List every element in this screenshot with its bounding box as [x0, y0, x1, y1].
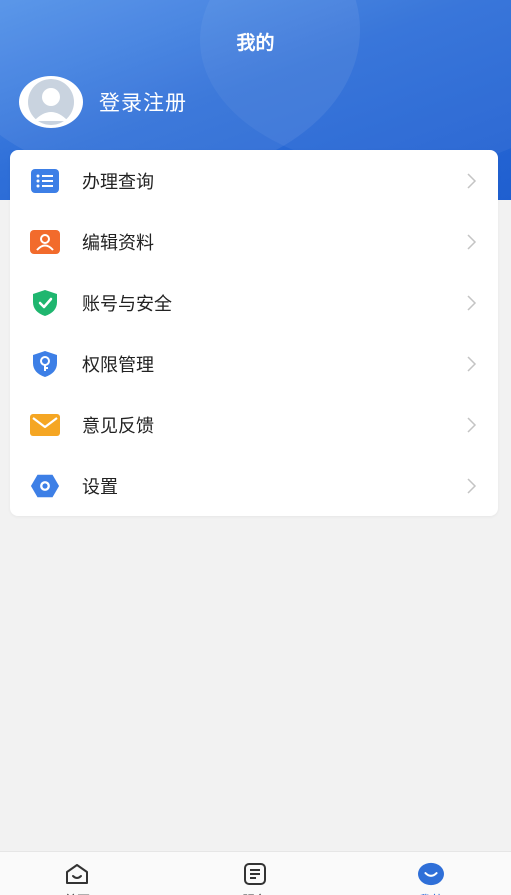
bottom-tab-bar: 首页 服务 我的 — [0, 851, 511, 895]
tab-label: 首页 — [64, 890, 90, 895]
tab-home[interactable]: 首页 — [17, 852, 137, 895]
document-icon — [242, 862, 268, 886]
chevron-right-icon — [467, 416, 477, 433]
login-register-link[interactable]: 登录注册 — [99, 87, 187, 117]
settings-hexagon-icon — [30, 471, 60, 501]
menu-item-edit-profile[interactable]: 编辑资料 — [10, 211, 498, 272]
menu-item-settings[interactable]: 设置 — [10, 455, 498, 516]
smile-icon — [418, 862, 444, 886]
menu-item-label: 账号与安全 — [82, 293, 172, 315]
key-shield-icon — [30, 349, 60, 379]
chevron-right-icon — [467, 172, 477, 189]
chevron-right-icon — [467, 477, 477, 494]
default-avatar-icon — [28, 79, 74, 125]
tab-service[interactable]: 服务 — [195, 852, 315, 895]
chevron-right-icon — [467, 233, 477, 250]
menu-item-label: 意见反馈 — [82, 415, 154, 437]
shield-check-icon — [30, 288, 60, 318]
menu-item-account-security[interactable]: 账号与安全 — [10, 272, 498, 333]
chevron-right-icon — [467, 355, 477, 372]
profile-card-icon — [30, 227, 60, 257]
avatar[interactable] — [19, 76, 83, 128]
envelope-icon — [30, 410, 60, 440]
tab-label: 服务 — [242, 890, 268, 895]
menu-item-permissions[interactable]: 权限管理 — [10, 333, 498, 394]
tab-mine[interactable]: 我的 — [371, 852, 491, 895]
list-icon — [30, 166, 60, 196]
menu-item-feedback[interactable]: 意见反馈 — [10, 394, 498, 455]
menu-item-label: 编辑资料 — [82, 232, 154, 254]
menu-item-query[interactable]: 办理查询 — [10, 150, 498, 211]
menu-item-label: 办理查询 — [82, 171, 154, 193]
menu-item-label: 设置 — [82, 476, 118, 498]
tab-label: 我的 — [418, 890, 444, 895]
menu-list: 办理查询 编辑资料 账号与安全 权限管理 意见反馈 设置 — [10, 150, 498, 516]
home-icon — [64, 862, 90, 886]
page-title: 我的 — [236, 32, 275, 54]
chevron-right-icon — [467, 294, 477, 311]
menu-item-label: 权限管理 — [82, 354, 154, 376]
login-register-entry[interactable]: 登录注册 — [19, 76, 187, 128]
